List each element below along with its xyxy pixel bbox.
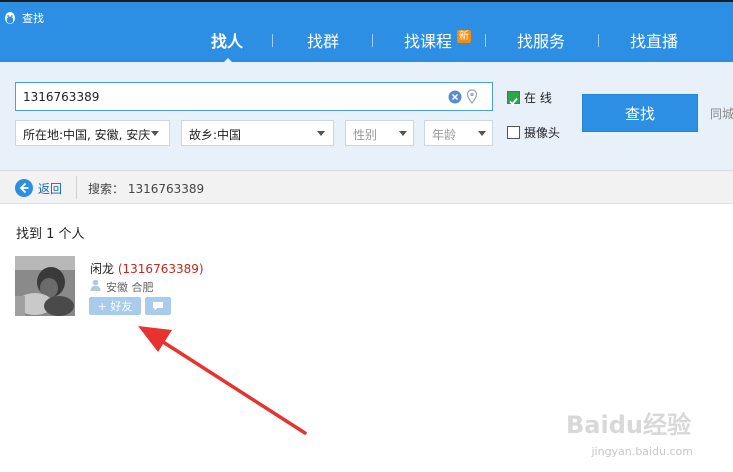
camera-label: 摄像头: [524, 126, 561, 140]
breadcrumb: 返回 搜索： 1316763389: [0, 170, 733, 204]
watermark-url: jingyan.baidu.com: [591, 445, 693, 458]
tab-find-groups[interactable]: 找群: [307, 28, 339, 52]
result-qq-id: (1316763389): [117, 262, 204, 276]
result-nickname: 闲龙: [90, 262, 115, 276]
chat-bubble-icon: [153, 301, 163, 310]
hometown-value: 故乡:中国: [189, 128, 242, 142]
search-term-value: 1316763389: [127, 182, 205, 196]
tab-find-services[interactable]: 找服务: [517, 28, 565, 52]
header-bar: 查找 找人 找群 找课程 新 找服务 找直播: [0, 0, 733, 64]
same-city-link[interactable]: 同城: [710, 105, 733, 122]
breadcrumb-divider: [76, 176, 77, 199]
gender-placeholder: 性别: [353, 128, 378, 142]
qq-penguin-icon: [5, 12, 15, 24]
chevron-down-icon: [317, 131, 325, 136]
tab-divider: [485, 34, 486, 47]
watermark-brand: Baidu经验: [566, 411, 691, 439]
location-dropdown[interactable]: 所在地:中国, 安徽, 安庆: [15, 120, 170, 146]
location-value: 所在地:中国, 安徽, 安庆: [23, 128, 151, 142]
checkmark-icon: [509, 97, 518, 106]
tab-find-courses[interactable]: 找课程: [404, 28, 452, 52]
back-arrow-icon[interactable]: [14, 178, 34, 198]
search-input[interactable]: [23, 87, 443, 106]
search-button[interactable]: 查找: [582, 94, 698, 132]
chevron-down-icon: [399, 131, 407, 136]
online-label: 在 线: [524, 91, 552, 105]
hometown-dropdown[interactable]: 故乡:中国: [181, 120, 334, 146]
tab-divider: [598, 34, 599, 47]
person-icon: [90, 279, 101, 291]
result-location: 安徽 合肥: [106, 281, 154, 294]
avatar[interactable]: [15, 256, 75, 316]
result-count: 找到 1 个人: [16, 227, 85, 242]
tab-divider: [272, 34, 273, 47]
chevron-down-icon: [151, 131, 159, 136]
age-placeholder: 年龄: [432, 128, 457, 142]
location-pin-icon[interactable]: [466, 89, 478, 104]
result-name[interactable]: 闲龙 (1316763389): [90, 260, 204, 277]
new-badge: 新: [457, 30, 471, 43]
chevron-down-icon: [478, 131, 486, 136]
message-button[interactable]: [145, 297, 171, 315]
add-friend-button[interactable]: + 好友: [89, 297, 141, 315]
search-term-crumb: 搜索： 1316763389: [88, 180, 204, 197]
online-checkbox[interactable]: [507, 91, 520, 106]
window-title: 查找: [22, 12, 44, 25]
tab-divider: [372, 34, 373, 47]
tab-find-people[interactable]: 找人: [211, 28, 243, 52]
search-term-label: 搜索：: [88, 182, 125, 196]
age-dropdown[interactable]: 年龄: [424, 120, 493, 146]
camera-checkbox[interactable]: [507, 126, 520, 139]
clear-icon[interactable]: [448, 90, 462, 104]
avatar-photo: [15, 256, 75, 316]
tab-find-live[interactable]: 找直播: [630, 28, 678, 52]
search-box: [15, 82, 493, 111]
gender-dropdown[interactable]: 性别: [345, 120, 414, 146]
search-panel: 所在地:中国, 安徽, 安庆 故乡:中国 性别 年龄 在 线 摄像头 查找 同城: [0, 62, 733, 170]
result-card: 闲龙 (1316763389) 安徽 合肥 + 好友: [15, 256, 315, 320]
back-link[interactable]: 返回: [38, 180, 62, 197]
